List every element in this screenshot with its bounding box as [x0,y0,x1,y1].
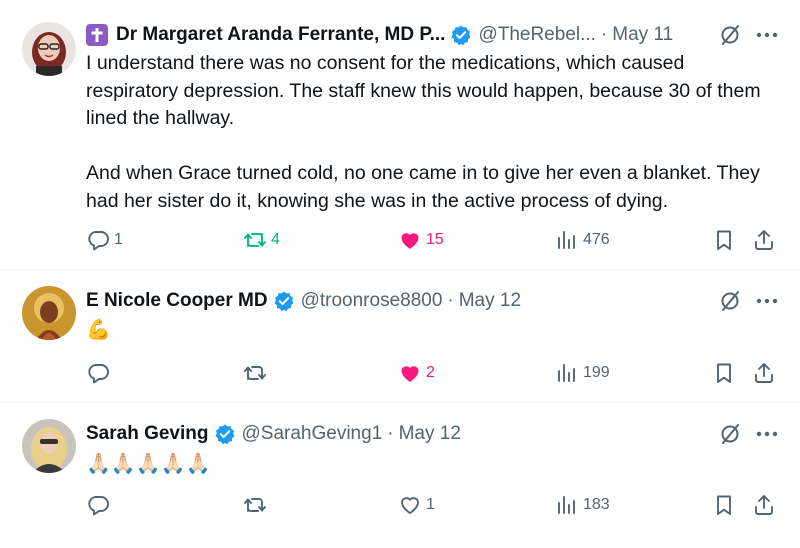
author-handle[interactable]: @SarahGeving1 [242,423,383,445]
grok-icon[interactable] [718,422,742,446]
avatar[interactable] [22,419,76,473]
share-icon [755,363,773,383]
author-name[interactable]: E Nicole Cooper MD [86,290,268,312]
grok-icon[interactable] [718,23,742,47]
heart-icon [401,366,419,382]
verified-badge-icon [274,291,294,312]
reply-count: 1 [114,231,123,248]
retweet-count: 4 [271,231,280,248]
more-icon[interactable] [754,23,780,47]
tweet-header: E Nicole Cooper MD @troonrose8800 · May … [86,287,778,315]
grok-icon[interactable] [718,289,742,313]
separator-dot: · [447,290,454,311]
tweet-header: Sarah Geving @SarahGeving1 · May 12 [86,420,778,448]
views-icon [558,231,575,249]
tweet-text: I understand there was no consent for th… [86,50,776,215]
like-count: 1 [426,496,435,513]
views-button[interactable]: 199 [555,359,610,387]
verified-badge-icon [215,424,234,445]
separator-dot: · [387,423,394,444]
retweet-icon [244,233,266,247]
retweet-icon [244,498,266,512]
bookmark-button[interactable] [712,226,736,254]
reply-icon [88,364,109,384]
action-bar: 1 183 [0,491,800,519]
bookmark-icon [717,230,731,250]
view-count: 476 [583,231,610,248]
views-button[interactable]: 183 [555,491,610,519]
author-handle[interactable]: @troonrose8800 [301,290,443,312]
tweet-date[interactable]: May 11 [612,24,673,46]
retweet-button[interactable] [243,491,271,519]
bookmark-button[interactable] [712,491,736,519]
separator-dot: · [600,24,608,45]
views-button[interactable]: 476 [555,226,610,254]
tweet-text: 🙏🏻🙏🏻🙏🏻🙏🏻🙏🏻 [86,453,211,475]
cross-icon [86,24,108,46]
like-count: 15 [426,231,444,248]
heart-icon [401,233,419,249]
reply-button[interactable] [86,359,114,387]
share-icon [755,495,773,515]
reply-button[interactable]: 1 [86,226,123,254]
share-button[interactable] [752,226,776,254]
views-icon [558,364,575,382]
views-icon [558,496,575,514]
author-name[interactable]: Dr Margaret Aranda Ferrante, MD P... [116,24,445,46]
author-handle[interactable]: @TheRebel... [478,24,596,46]
reply-icon [88,496,109,516]
retweet-icon [244,366,266,380]
heart-icon [401,497,419,514]
more-icon[interactable] [754,289,780,313]
tweet-paragraph: I understand there was no consent for th… [86,52,761,129]
more-icon[interactable] [754,422,780,446]
reply-button[interactable] [86,491,114,519]
share-button[interactable] [752,491,776,519]
tweet-2[interactable]: Sarah Geving @SarahGeving1 · May 12 🙏🏻🙏🏻… [0,403,800,548]
tweet-paragraph: And when Grace turned cold, no one came … [86,162,760,212]
like-button[interactable]: 15 [398,226,444,254]
bookmark-icon [717,495,731,515]
share-icon [755,230,773,250]
bookmark-button[interactable] [712,359,736,387]
like-button[interactable]: 2 [398,359,435,387]
avatar[interactable] [22,22,76,76]
like-count: 2 [426,364,435,381]
tweet-1[interactable]: E Nicole Cooper MD @troonrose8800 · May … [0,270,800,403]
tweet-date[interactable]: May 12 [459,290,521,312]
tweet-date[interactable]: May 12 [399,423,461,445]
bookmark-icon [717,363,731,383]
avatar[interactable] [22,286,76,340]
view-count: 183 [583,496,610,513]
like-button[interactable]: 1 [398,491,435,519]
reply-icon [88,231,109,251]
share-button[interactable] [752,359,776,387]
action-bar: 1 4 15 476 [0,226,800,254]
tweet-text: 💪 [86,319,111,341]
tweet-0[interactable]: Dr Margaret Aranda Ferrante, MD P... @Th… [0,0,800,270]
author-name[interactable]: Sarah Geving [86,423,209,445]
retweet-button[interactable] [243,359,271,387]
verified-badge-icon [451,25,471,46]
retweet-button[interactable]: 4 [243,226,280,254]
view-count: 199 [583,364,610,381]
action-bar: 2 199 [0,359,800,387]
tweet-header: Dr Margaret Aranda Ferrante, MD P... @Th… [86,21,778,49]
